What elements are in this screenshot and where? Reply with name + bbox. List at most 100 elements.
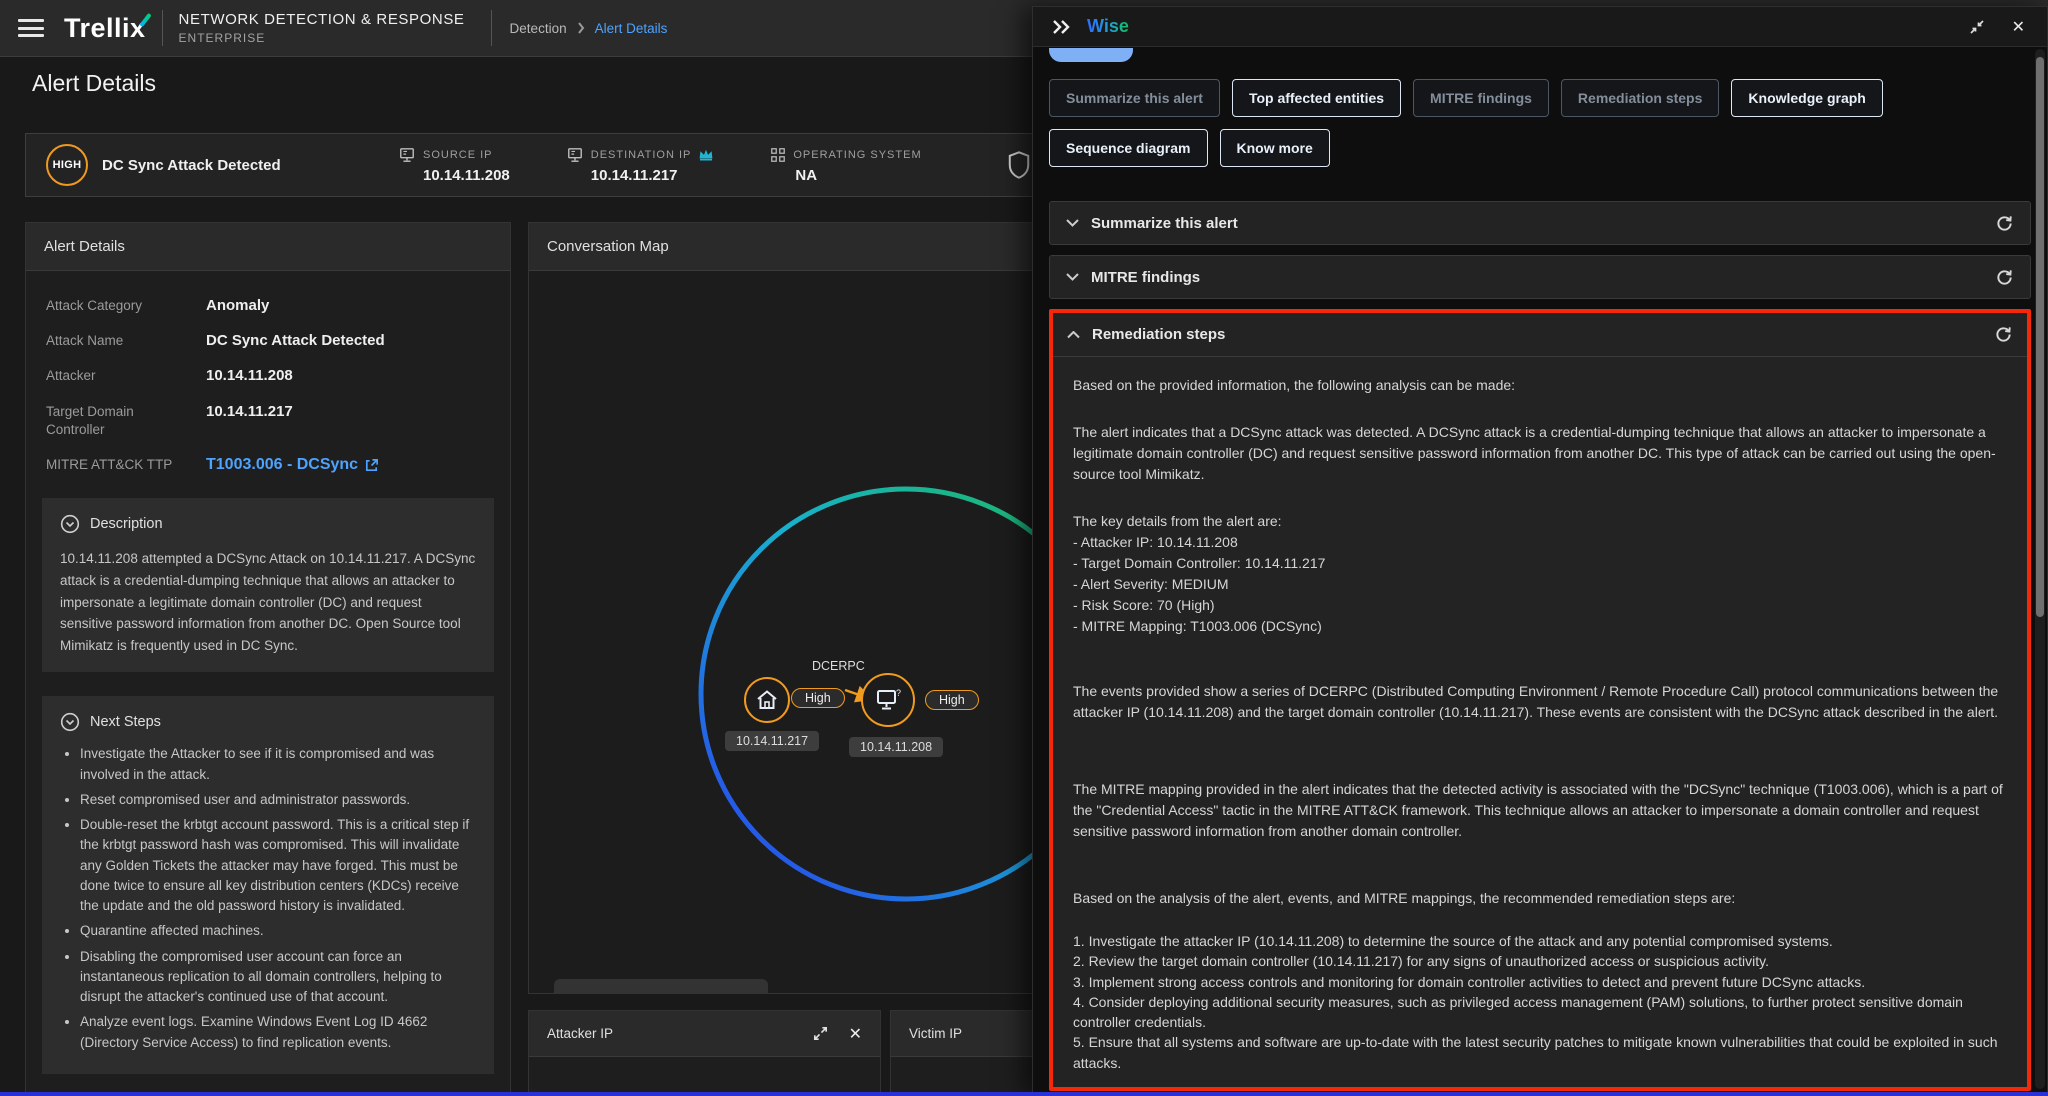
external-link-icon [364,458,379,473]
know-more-button[interactable]: Know more [1220,129,1330,167]
wise-sections: Summarize this alert MITRE findings Reme… [1049,201,2031,1091]
field-label: Attack Name [46,332,206,350]
refresh-icon[interactable] [1995,214,2014,233]
module-line2: ENTERPRISE [179,31,465,45]
next-step-item: Double-reset the krbtgt account password… [80,815,476,916]
next-steps-box: Next Steps Investigate the Attacker to s… [42,696,494,1074]
hamburger-menu-icon[interactable] [18,19,44,37]
description-title: Description [90,516,163,532]
next-step-item: Analyze event logs. Examine Windows Even… [80,1012,476,1053]
knowledge-graph-button[interactable]: Knowledge graph [1731,79,1882,117]
remediation-step: 4. Consider deploying additional securit… [1073,992,2007,1033]
alert-fields: Attack Category Anomaly Attack Name DC S… [26,271,510,474]
chevron-up-icon [1067,331,1080,339]
remediation-key-details: The key details from the alert are: - At… [1073,511,2007,637]
chevron-down-icon [1066,219,1079,227]
source-ip-value: 10.14.11.208 [398,167,510,184]
sequence-diagram-button[interactable]: Sequence diagram [1049,129,1208,167]
double-chevron-right-icon[interactable] [1051,19,1073,35]
remediation-content: Based on the provided information, the f… [1053,357,2027,1091]
breadcrumb: Detection Alert Details [510,21,668,36]
next-steps-list: Investigate the Attacker to see if it is… [60,744,476,1053]
section-title: MITRE findings [1091,269,1200,286]
next-steps-header[interactable]: Next Steps [60,712,476,732]
svg-text:?: ? [896,688,901,698]
section-summarize-alert[interactable]: Summarize this alert [1049,201,2031,245]
expand-icon[interactable] [812,1025,829,1042]
field-label: Target Domain Controller [46,403,206,439]
mitre-ttp-link[interactable]: T1003.006 - DCSync [206,456,379,474]
remediation-step: 2. Review the target domain controller (… [1073,951,2007,971]
legend-ew-label: E-W [618,993,644,994]
host-icon [398,147,416,163]
collapse-icon[interactable] [1968,18,1986,36]
shield-icon [1006,150,1032,185]
remediation-step: 3. Implement strong access controls and … [1073,972,2007,992]
legend-ns-label: N-S [708,993,731,994]
field-value: DC Sync Attack Detected [206,332,490,350]
close-icon[interactable]: ✕ [2012,17,2025,37]
next-steps-title: Next Steps [90,714,161,730]
module-name: NETWORK DETECTION & RESPONSE ENTERPRISE [179,11,465,45]
close-icon[interactable]: ✕ [849,1024,862,1044]
screen: Trellix NETWORK DETECTION & RESPONSE ENT… [0,0,2048,1096]
divider [162,10,163,46]
chevron-right-icon [577,22,585,34]
summarize-alert-button[interactable]: Summarize this alert [1049,79,1220,117]
field-value: 10.14.11.217 [206,403,490,439]
remediation-step: 5. Ensure that all systems and software … [1073,1032,2007,1073]
victim-ip-title: Victim IP [909,1026,962,1041]
breadcrumb-detection[interactable]: Detection [510,21,567,36]
remediation-step: 1. Investigate the attacker IP (10.14.11… [1073,931,2007,951]
attacker-ip-panel: Attacker IP ✕ [528,1010,881,1096]
trellix-logo: Trellix [64,13,146,44]
scrollbar-thumb[interactable] [2036,57,2044,617]
field-value: 10.14.11.208 [206,367,490,385]
remediation-paragraph: Based on the provided information, the f… [1073,375,2007,396]
remediation-steps-button[interactable]: Remediation steps [1561,79,1719,117]
monitor-question-icon: ? [875,688,901,712]
crown-icon [698,148,714,161]
operating-system-value: NA [770,167,921,184]
description-header[interactable]: Description [60,514,476,534]
protocol-label: DCERPC [812,659,865,673]
next-step-item: Reset compromised user and administrator… [80,790,476,810]
source-ip-block: SOURCE IP 10.14.11.208 [398,147,510,184]
target-node[interactable]: ? [861,673,915,727]
alert-details-panel: Alert Details Attack Category Anomaly At… [25,222,511,1094]
operating-system-block: OPERATING SYSTEM NA [770,147,921,184]
description-box: Description 10.14.11.208 attempted a DCS… [42,498,494,672]
target-severity-pill: High [925,690,979,710]
severity-badge: HIGH [46,144,88,186]
remediation-paragraph: Based on the analysis of the alert, even… [1073,888,2007,909]
breadcrumb-alert-details[interactable]: Alert Details [595,21,668,36]
divider [491,10,492,46]
alert-details-panel-header: Alert Details [26,223,510,271]
attacker-ip-title: Attacker IP [547,1026,613,1041]
refresh-icon[interactable] [1995,268,2014,287]
next-step-item: Quarantine affected machines. [80,921,476,941]
wise-panel: Wise ✕ Summarize this alert Top affected… [1032,6,2048,1096]
remediation-paragraph: The events provided show a series of DCE… [1073,681,2007,723]
section-mitre-findings[interactable]: MITRE findings [1049,255,2031,299]
next-step-item: Investigate the Attacker to see if it is… [80,744,476,785]
source-ip-pill: 10.14.11.217 [725,731,819,751]
scrollbar-track[interactable] [2035,49,2045,1089]
refresh-icon[interactable] [1994,325,2013,344]
field-label: MITRE ATT&CK TTP [46,456,206,474]
top-affected-entities-button[interactable]: Top affected entities [1232,79,1401,117]
field-label: Attacker [46,367,206,385]
operating-system-label: OPERATING SYSTEM [793,149,921,161]
os-grid-icon [770,147,786,163]
section-remediation-steps: Remediation steps Based on the provided … [1049,309,2031,1091]
module-line1: NETWORK DETECTION & RESPONSE [179,11,465,28]
mitre-findings-button[interactable]: MITRE findings [1413,79,1549,117]
destination-ip-block: DESTINATION IP 10.14.11.217 [566,147,715,184]
next-step-item: Disabling the compromised user account c… [80,947,476,1008]
remediation-header[interactable]: Remediation steps [1053,313,2027,357]
source-node[interactable] [744,677,790,723]
source-severity-pill: High [791,688,845,708]
section-title: Summarize this alert [1091,215,1238,232]
wise-action-buttons: Summarize this alert Top affected entiti… [1033,47,2047,167]
window-bottom-border [0,1092,2048,1096]
